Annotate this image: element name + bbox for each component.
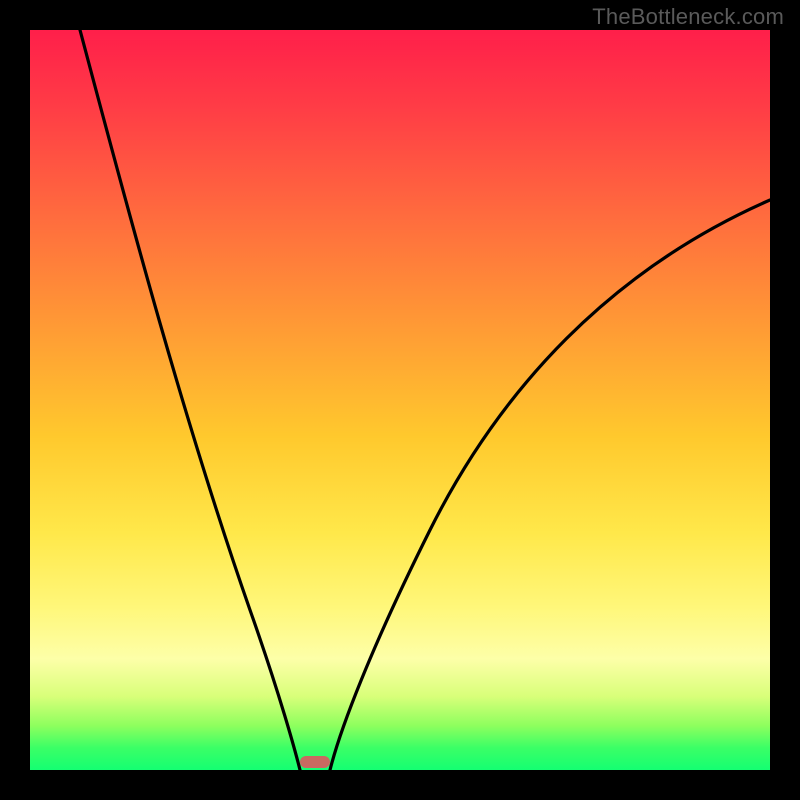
- watermark-text: TheBottleneck.com: [592, 4, 784, 30]
- plot-area: [30, 30, 770, 770]
- outer-frame: TheBottleneck.com: [0, 0, 800, 800]
- curve-right-branch: [330, 200, 770, 770]
- curve-left-branch: [80, 30, 300, 770]
- bottom-marker: [300, 756, 330, 768]
- bottleneck-curve: [30, 30, 770, 770]
